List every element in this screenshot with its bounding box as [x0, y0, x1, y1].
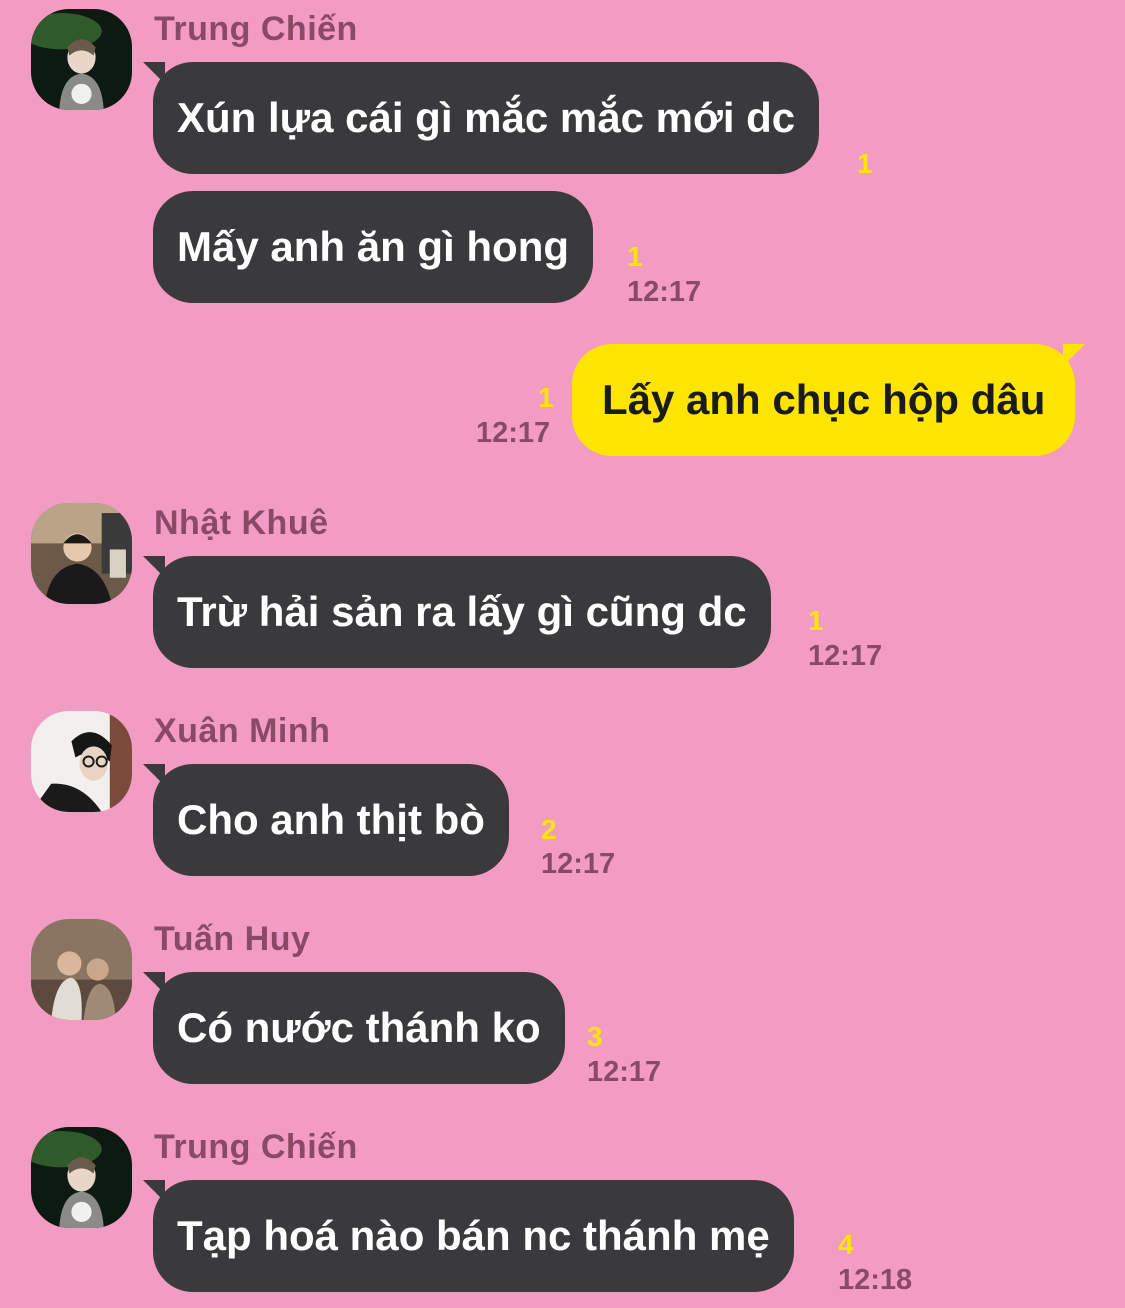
message-text: Tạp hoá nào bán nc thánh mẹ — [177, 1212, 770, 1259]
sent-message-bubble[interactable]: Lấy anh chục hộp dâu — [572, 344, 1086, 456]
unread-count: 3 — [587, 1021, 603, 1052]
unread-count: 2 — [541, 814, 557, 845]
message-time: 12:17 — [541, 848, 616, 880]
message-bubble[interactable]: Cho anh thịt bò — [143, 764, 509, 876]
unread-count: 1 — [627, 241, 643, 272]
avatar-tuan-huy[interactable] — [31, 919, 132, 1020]
profile-photo-icon — [31, 1127, 132, 1228]
avatar-xuan-minh[interactable] — [31, 711, 132, 812]
profile-photo-icon — [31, 711, 132, 812]
message-time: 12:17 — [476, 417, 551, 449]
message-text: Cho anh thịt bò — [177, 796, 485, 843]
message-time: 12:17 — [627, 276, 702, 308]
message-text: Xún lựa cái gì mắc mắc mới dc — [177, 94, 796, 141]
message-text: Trừ hải sản ra lấy gì cũng dc — [177, 588, 747, 635]
bubble-tail — [143, 1180, 165, 1202]
message-bubble[interactable]: Mấy anh ăn gì hong — [153, 191, 594, 303]
bubble-tail — [143, 556, 165, 578]
message-bubble[interactable]: Trừ hải sản ra lấy gì cũng dc — [143, 556, 771, 668]
unread-count: 1 — [808, 605, 824, 636]
sender-name: Nhật Khuê — [154, 504, 329, 542]
unread-count: 1 — [538, 382, 554, 413]
profile-photo-icon — [31, 919, 132, 1020]
bubble-tail — [143, 972, 165, 994]
message-text: Có nước thánh ko — [177, 1004, 541, 1051]
sender-name: Trung Chiến — [154, 1128, 358, 1166]
message-bubble[interactable]: Có nước thánh ko — [143, 972, 565, 1084]
avatar-nhat-khue[interactable] — [31, 503, 132, 604]
message-time: 12:17 — [587, 1056, 662, 1088]
message-text: Mấy anh ăn gì hong — [177, 223, 570, 270]
avatar-trung-chien[interactable] — [31, 1127, 132, 1228]
unread-count: 4 — [838, 1229, 854, 1260]
message-bubble[interactable]: Tạp hoá nào bán nc thánh mẹ — [143, 1180, 794, 1292]
bubble-tail — [143, 62, 165, 84]
bubble-tail — [1063, 344, 1086, 366]
message-bubble[interactable]: Xún lựa cái gì mắc mắc mới dc — [143, 62, 820, 174]
message-text: Lấy anh chục hộp dâu — [602, 376, 1046, 423]
sender-name: Tuấn Huy — [154, 920, 311, 958]
bubble-tail — [143, 764, 165, 786]
unread-count: 1 — [857, 148, 873, 179]
profile-photo-icon — [31, 9, 132, 110]
profile-photo-icon — [31, 503, 132, 604]
message-time: 12:17 — [808, 640, 883, 672]
avatar-trung-chien[interactable] — [31, 9, 132, 110]
sender-name: Xuân Minh — [154, 712, 331, 750]
message-time: 12:18 — [838, 1264, 913, 1296]
sender-name: Trung Chiến — [154, 10, 358, 48]
